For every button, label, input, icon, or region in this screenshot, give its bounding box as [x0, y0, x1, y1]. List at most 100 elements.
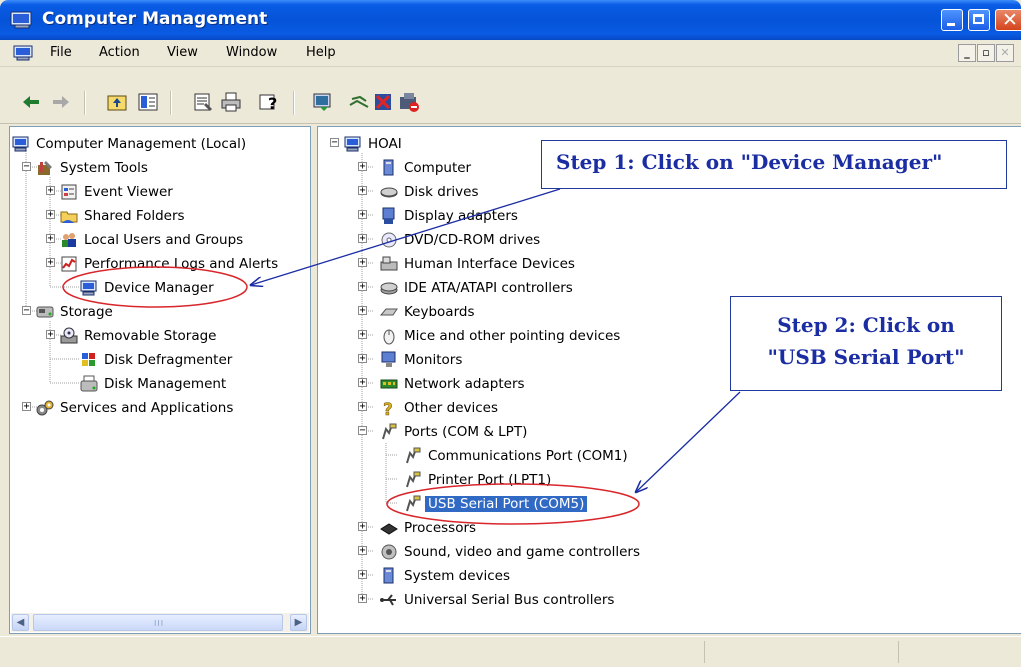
mdi-restore-button[interactable]: ▫ [977, 44, 995, 62]
back-arrow-icon[interactable] [20, 91, 42, 113]
expand-toggle[interactable]: + [22, 402, 31, 412]
svg-text:?: ? [383, 400, 393, 417]
expand-toggle[interactable]: + [358, 594, 367, 604]
mdi-controls: _ ▫ ✕ [958, 44, 1015, 62]
forward-arrow-icon[interactable] [50, 91, 72, 113]
console-tree-pane[interactable]: Computer Management (Local) − System Too… [9, 126, 311, 634]
scroll-left-arrow-icon[interactable]: ◀ [12, 614, 29, 631]
tree-label: Disk Management [104, 376, 227, 392]
tree-label: Keyboards [404, 304, 475, 320]
toolbar-separator [293, 91, 295, 115]
maximize-button[interactable] [968, 9, 990, 31]
expand-toggle[interactable]: + [46, 330, 55, 340]
tree-label: HOAI [368, 136, 402, 152]
expand-toggle[interactable]: + [358, 546, 367, 556]
tree-label: Storage [60, 304, 113, 320]
show-hide-console-tree-icon[interactable] [137, 91, 159, 113]
tree-label: Other devices [404, 400, 498, 416]
removable-storage-icon [60, 327, 78, 344]
storage-icon [36, 306, 54, 318]
expand-toggle[interactable]: + [46, 234, 55, 244]
tools-icon [38, 161, 52, 175]
toolbar: ? [0, 67, 1021, 124]
minimize-button[interactable] [941, 9, 963, 31]
port-icon [406, 447, 421, 464]
tree-label: Removable Storage [84, 328, 217, 344]
collapse-toggle[interactable]: − [358, 426, 367, 436]
scroll-right-arrow-icon[interactable]: ▶ [290, 614, 307, 631]
menu-window[interactable]: Window [226, 45, 277, 60]
menu-file[interactable]: File [50, 45, 72, 60]
scan-hardware-icon[interactable] [348, 91, 370, 113]
step-2-callout: Step 2: Click on "USB Serial Port" [730, 296, 1002, 391]
expand-toggle[interactable]: + [358, 258, 367, 268]
display-adapter-icon [382, 207, 395, 224]
menu-help[interactable]: Help [306, 45, 336, 60]
tree-label: Computer Management (Local) [36, 136, 247, 152]
help-icon[interactable]: ? [258, 91, 280, 113]
title-bar[interactable]: Computer Management ✕ [0, 0, 1021, 40]
collapse-toggle[interactable]: − [22, 162, 31, 172]
step-1-callout: Step 1: Click on "Device Manager" [541, 140, 1007, 189]
disable-device-icon[interactable] [398, 91, 420, 113]
uninstall-icon[interactable] [372, 91, 394, 113]
collapse-toggle[interactable]: − [22, 306, 31, 316]
status-cell [898, 641, 899, 663]
close-button[interactable]: ✕ [995, 9, 1021, 31]
update-driver-icon[interactable] [312, 91, 334, 113]
tree-label: IDE ATA/ATAPI controllers [404, 280, 573, 296]
tree-label: Communications Port (COM1) [428, 448, 628, 464]
expand-toggle[interactable]: + [358, 378, 367, 388]
tree-label: Processors [404, 520, 477, 536]
expand-toggle[interactable]: + [358, 354, 367, 364]
expand-toggle[interactable]: + [358, 234, 367, 244]
tree-label: Event Viewer [84, 184, 173, 200]
menu-view[interactable]: View [167, 45, 198, 60]
scrollbar-grip: III [154, 619, 165, 628]
dvd-drive-icon [381, 232, 397, 248]
step-2-line-2: "USB Serial Port" [767, 345, 965, 369]
tree-label: Universal Serial Bus controllers [404, 592, 615, 608]
tree-label: Ports (COM & LPT) [404, 424, 528, 440]
keyboard-icon [380, 308, 398, 316]
tree-label: Device Manager [104, 280, 214, 296]
expand-toggle[interactable]: + [46, 186, 55, 196]
system-menu-icon[interactable] [13, 45, 35, 61]
step-2-line-1: Step 2: Click on [777, 313, 955, 337]
properties-icon[interactable] [192, 91, 214, 113]
expand-toggle[interactable]: + [358, 522, 367, 532]
expand-toggle[interactable]: + [358, 186, 367, 196]
computer-icon [383, 159, 394, 176]
expand-toggle[interactable]: + [358, 210, 367, 220]
tree-label: Disk Defragmenter [104, 352, 233, 368]
expand-toggle[interactable]: + [46, 210, 55, 220]
up-one-level-icon[interactable] [106, 91, 128, 113]
tree-label: Local Users and Groups [84, 232, 244, 248]
tree-label: Performance Logs and Alerts [84, 256, 279, 272]
tree-label: Human Interface Devices [404, 256, 575, 272]
mdi-minimize-button[interactable]: _ [958, 44, 976, 62]
collapse-toggle[interactable]: − [330, 138, 339, 148]
print-icon[interactable] [220, 91, 242, 113]
expand-toggle[interactable]: + [358, 306, 367, 316]
expand-toggle[interactable]: + [358, 162, 367, 172]
expand-toggle[interactable]: + [358, 330, 367, 340]
shared-folder-icon [60, 211, 78, 223]
disk-management-icon [80, 375, 98, 392]
mdi-close-button[interactable]: ✕ [996, 44, 1014, 62]
horizontal-scrollbar[interactable]: ◀ III ▶ [11, 613, 309, 632]
defragmenter-icon [82, 353, 95, 366]
tree-label: Services and Applications [60, 400, 234, 416]
toolbar-separator [84, 91, 86, 115]
network-adapter-icon [380, 379, 398, 389]
expand-toggle[interactable]: + [46, 258, 55, 268]
menu-action[interactable]: Action [99, 45, 140, 60]
tree-label: System devices [404, 568, 511, 584]
expand-toggle[interactable]: + [358, 282, 367, 292]
toolbar-separator [170, 91, 172, 115]
scrollbar-thumb[interactable]: III [33, 614, 283, 631]
processor-icon [380, 523, 398, 535]
close-icon: ✕ [1002, 9, 1018, 31]
expand-toggle[interactable]: + [358, 570, 367, 580]
expand-toggle[interactable]: + [358, 402, 367, 412]
